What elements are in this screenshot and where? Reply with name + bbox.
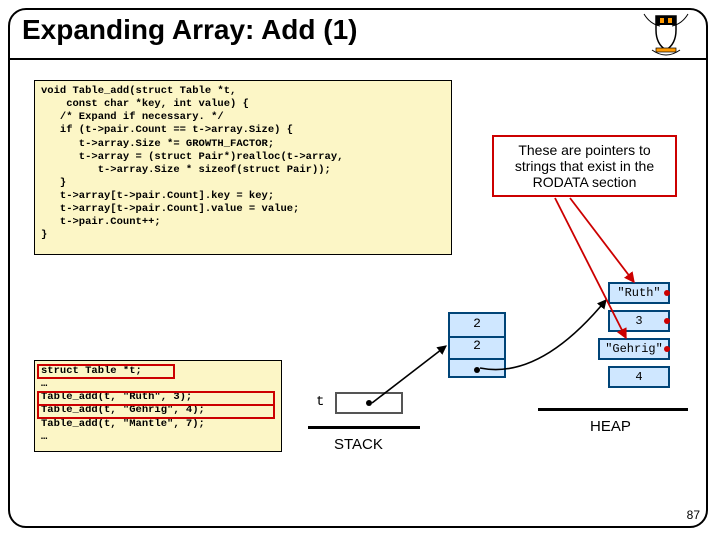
rodata-ptr-dot-ruth: [664, 290, 670, 296]
heap-label: HEAP: [590, 418, 631, 435]
code-main: void Table_add(struct Table *t, const ch…: [34, 80, 452, 255]
rodata-ptr-dot-gehrig: [664, 346, 670, 352]
struct-field-count: 2: [450, 316, 504, 331]
slide-frame: Expanding Array: Add (1) void Table_add(…: [8, 8, 708, 528]
stack-var-t: [335, 392, 403, 414]
slide-title: Expanding Array: Add (1): [22, 14, 358, 46]
princeton-shield-icon: [636, 12, 696, 56]
heap-pair-key-gehrig: "Gehrig": [598, 338, 670, 360]
stack-var-t-label: t: [316, 394, 324, 410]
struct-field-size: 2: [450, 338, 504, 353]
stack-t-ptr-dot: [366, 400, 372, 406]
stack-rule: [308, 426, 420, 429]
rodata-note-text: These are pointers to strings that exist…: [496, 142, 673, 190]
stack-label: STACK: [334, 436, 383, 453]
title-rule: [10, 58, 706, 60]
page-number: 87: [687, 508, 700, 522]
heap-struct-table: 2 2: [448, 312, 506, 378]
code-calls: struct Table *t; … Table_add(t, "Ruth", …: [34, 360, 282, 452]
heap-pair-value-4: 4: [608, 366, 670, 388]
struct-field-array-ptr: [450, 362, 504, 377]
rodata-ptr-dot-3: [664, 318, 670, 324]
heap-pair-value-3: 3: [608, 310, 670, 332]
rodata-note: These are pointers to strings that exist…: [492, 135, 677, 197]
heap-rule: [538, 408, 688, 411]
heap-pair-key-ruth: "Ruth": [608, 282, 670, 304]
